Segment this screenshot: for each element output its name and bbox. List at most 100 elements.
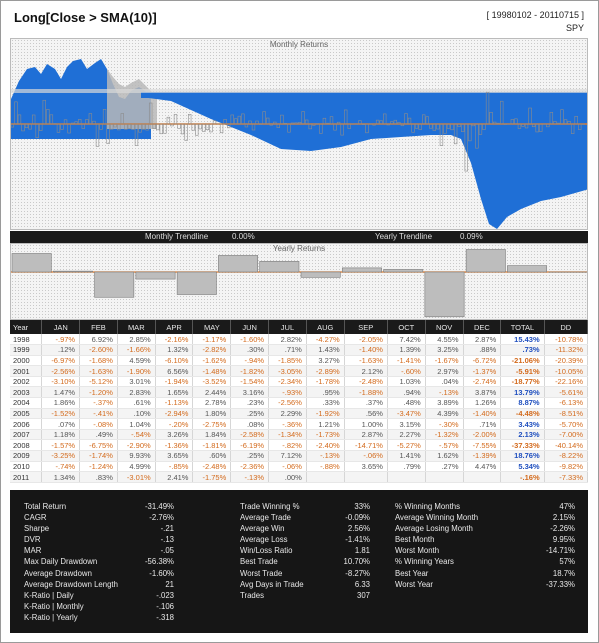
stat-value: 47% (559, 502, 575, 511)
return-cell (387, 471, 426, 483)
return-cell: -.60% (387, 365, 426, 377)
stat-row: Average Trade -0.09% (240, 513, 370, 524)
return-cell: .48% (387, 397, 426, 409)
stat-label: Worst Month (395, 546, 440, 556)
column-header-total: TOTAL (500, 320, 545, 334)
monthly-return-bar (159, 123, 163, 135)
return-cell: -1.75% (192, 471, 232, 483)
return-cell: -.93% (268, 386, 307, 399)
column-header-aug: AUG (306, 320, 345, 334)
stat-label: Average Drawdown (24, 568, 92, 578)
return-cell: -8.51% (544, 408, 589, 420)
stat-value: 21 (165, 579, 174, 589)
yearly-returns-chart: Yearly Returns (10, 243, 588, 320)
return-cell: 3.25% (425, 344, 464, 356)
return-cell: 18.76% (500, 450, 545, 462)
return-cell: -1.67% (425, 355, 464, 367)
return-cell: -1.41% (387, 355, 426, 367)
return-cell: -1.54% (230, 376, 270, 388)
stat-label: Avg Days in Trade (240, 579, 304, 589)
return-cell: -2.94% (155, 408, 194, 420)
return-cell: 2.87% (344, 429, 388, 441)
return-cell: 5.34% (500, 461, 545, 473)
stat-label: Best Month (395, 535, 435, 545)
return-cell: -5.61% (544, 386, 589, 399)
return-cell: -1.20% (79, 386, 118, 399)
return-cell: .79% (387, 461, 426, 473)
column-header-apr: APR (155, 320, 194, 334)
stat-row: Trades 307 (240, 591, 370, 602)
return-cell: -1.81% (192, 439, 232, 452)
monthly-trendline-label: Monthly Trendline (145, 232, 209, 241)
stat-label: Max Daily Drawdown (24, 557, 98, 567)
stat-row: Best Year 18.7% (395, 569, 575, 580)
stat-label: Worst Trade (240, 568, 283, 578)
table-row: 1998 -.97% 6.92% 2.85% -2.16% -1.17% -1.60% 2.8… (10, 334, 589, 346)
return-cell: 3.15% (387, 418, 426, 430)
return-cell: 7.12% (268, 450, 307, 462)
return-cell: -6.75% (79, 439, 118, 452)
table-row: 2002 -3.10% -5.12% 3.01% -1.94% -3.52% -1.54% -… (10, 376, 589, 388)
stat-value: 307 (356, 590, 370, 600)
stat-value: -14.71% (545, 546, 575, 556)
return-cell: -.08% (79, 418, 118, 430)
year-cell: 2004 (10, 397, 43, 409)
column-header-dd: DD (544, 320, 589, 334)
stat-value: 33% (354, 502, 370, 511)
return-cell: -2.16% (155, 334, 194, 346)
return-cell: 2.27% (387, 429, 426, 441)
yearly-return-bar (300, 271, 341, 278)
column-header-sep: SEP (344, 320, 388, 334)
return-cell: -1.40% (463, 408, 502, 420)
stat-label: CAGR (24, 513, 47, 523)
return-cell: .61% (117, 397, 156, 409)
return-cell: .27% (425, 461, 464, 473)
yearly-return-bar (52, 270, 93, 273)
stat-label: Worst Year (395, 579, 433, 589)
return-cell: -1.66% (117, 344, 156, 356)
stat-row: Trade Winning % 33% (240, 502, 370, 513)
return-cell: -2.00% (463, 429, 502, 441)
return-cell: -8.22% (544, 450, 589, 462)
return-cell: .07% (41, 418, 81, 430)
report-header: Long[Close > SMA(10)] [ 19980102 - 20110… (10, 8, 588, 36)
return-cell: -1.39% (463, 450, 502, 462)
return-cell: .37% (344, 397, 388, 409)
monthly-return-bar (170, 123, 174, 127)
stat-row: Average Winning Month 2.15% (395, 513, 575, 524)
return-cell: -1.68% (79, 355, 118, 367)
stat-row: DVR -.13 (24, 535, 174, 546)
trendline-bar: Monthly Trendline 0.00% Yearly Trendline… (10, 231, 588, 243)
return-cell: 1.32% (155, 344, 194, 356)
return-cell: -.97% (41, 334, 81, 346)
stat-row: Worst Trade -8.27% (240, 569, 370, 580)
return-cell: -37.33% (500, 439, 545, 452)
monthly-trendline-value: 0.00% (232, 232, 255, 241)
table-row: 2011 1.34% .83% -3.01% 2.41% -1.75% -.13% .00% -… (10, 471, 589, 483)
monthly-return-bar (180, 123, 185, 135)
return-cell: -.13% (306, 450, 345, 462)
stat-value: 57% (559, 557, 575, 567)
return-cell: 3.26% (155, 429, 194, 441)
return-cell: -2.48% (192, 461, 232, 473)
return-cell: 2.44% (192, 386, 232, 399)
return-cell: 1.62% (425, 450, 464, 462)
return-cell: 1.80% (192, 408, 232, 420)
return-cell: -.16% (500, 471, 545, 483)
return-cell: -4.27% (306, 334, 345, 346)
return-cell: 1.65% (155, 386, 194, 399)
stats-column-1: Total Return -31.49% CAGR -2.76% Sharpe -.21 D… (24, 502, 174, 624)
monthly-returns-label: Monthly Returns (269, 40, 329, 49)
column-header-year: Year (10, 320, 43, 334)
stat-row: Max Daily Drawdown -56.38% (24, 557, 174, 568)
yearly-return-bar (341, 267, 382, 273)
return-cell (425, 471, 464, 483)
stat-label: Best Trade (240, 557, 278, 567)
table-row: 2003 1.47% -1.20% 2.83% 1.65% 2.44% 3.16% -.93%… (10, 386, 589, 399)
return-cell: -1.13% (155, 397, 194, 409)
stat-row: Worst Year -37.33% (395, 580, 575, 591)
return-cell: -2.56% (268, 397, 307, 409)
return-cell: -1.36% (155, 439, 194, 452)
table-row: 2006.07% -.08% 1.04% -.20% -2.75% .08% -.36% 1.… (10, 418, 589, 430)
return-cell: .23% (230, 397, 270, 409)
